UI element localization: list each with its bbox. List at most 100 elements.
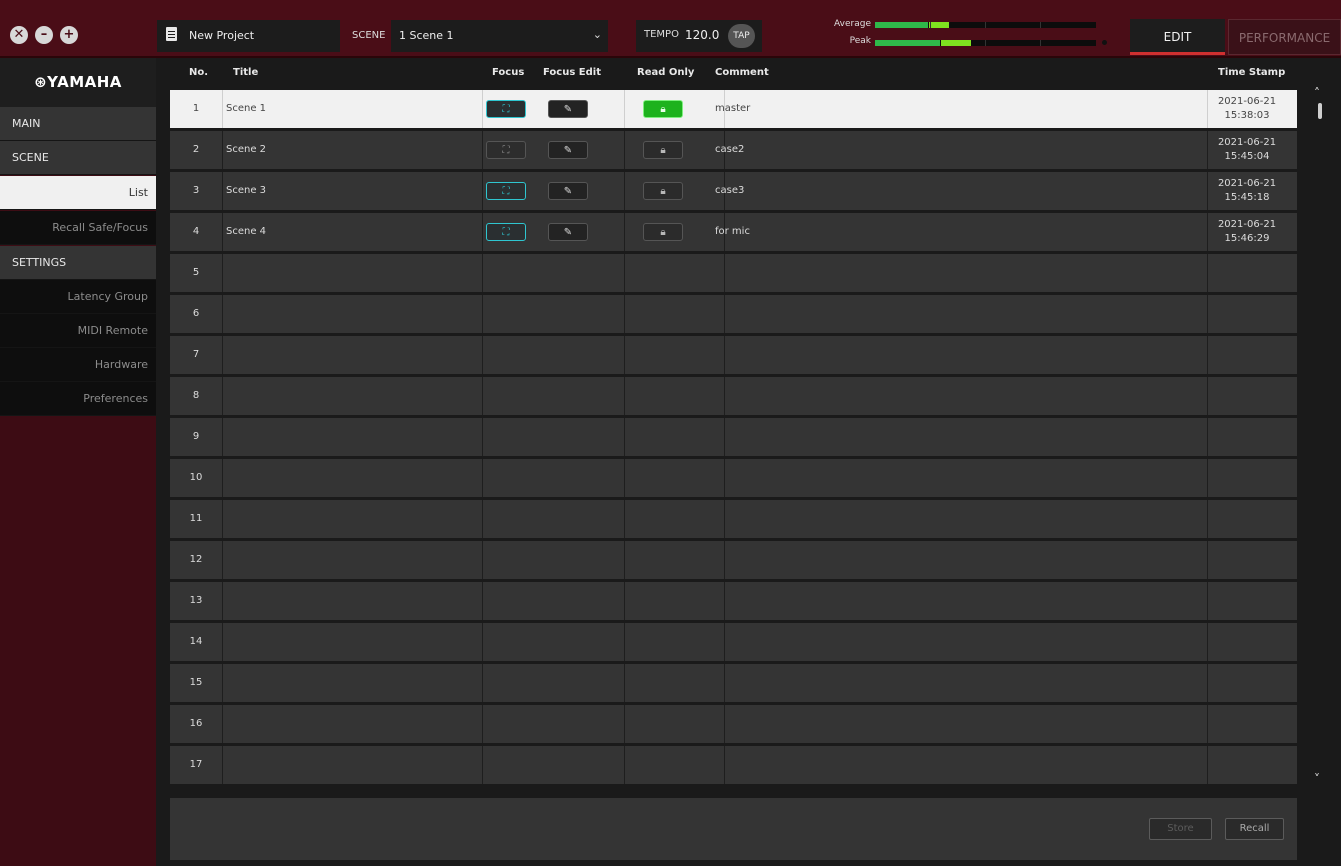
- sidebar-item-hardware[interactable]: Hardware: [0, 348, 156, 382]
- scrollbar-thumb[interactable]: [1318, 103, 1322, 119]
- meter-peak-label: Peak: [849, 36, 871, 46]
- read-only-toggle[interactable]: 🔒︎: [643, 100, 683, 118]
- row-title[interactable]: Scene 1: [226, 90, 266, 128]
- column-divider: [222, 131, 223, 169]
- project-name-field[interactable]: New Project: [157, 20, 340, 52]
- table-row[interactable]: 2 Scene 2 ⛶ ✎ 🔒︎ case2 2021-06-21 15:45:04: [170, 131, 1297, 169]
- table-row[interactable]: 12: [170, 541, 1297, 579]
- row-title[interactable]: Scene 2: [226, 131, 266, 169]
- column-divider: [724, 664, 725, 702]
- column-divider: [1207, 295, 1208, 333]
- timestamp-date: 2021-06-21: [1217, 178, 1277, 189]
- column-divider: [624, 172, 625, 210]
- focus-edit-button[interactable]: ✎: [548, 223, 588, 241]
- row-number: 1: [192, 103, 200, 114]
- pencil-icon: ✎: [563, 145, 573, 156]
- table-row[interactable]: 5: [170, 254, 1297, 292]
- header-time-stamp: Time Stamp: [1218, 67, 1286, 78]
- chevron-down-icon[interactable]: ˅: [1314, 772, 1320, 786]
- lock-icon: 🔒︎: [660, 186, 666, 197]
- table-row[interactable]: 3 Scene 3 ⛶ ✎ 🔒︎ case3 2021-06-21 15:45:18: [170, 172, 1297, 210]
- performance-mode-button[interactable]: PERFORMANCE: [1228, 19, 1341, 55]
- focus-edit-button[interactable]: ✎: [548, 100, 588, 118]
- maximize-icon[interactable]: +: [60, 26, 78, 44]
- column-divider: [624, 90, 625, 128]
- sidebar-item-settings[interactable]: SETTINGS: [0, 246, 156, 280]
- read-only-toggle[interactable]: 🔒︎: [643, 182, 683, 200]
- sidebar-item-scene[interactable]: SCENE: [0, 141, 156, 175]
- focus-toggle[interactable]: ⛶: [486, 223, 526, 241]
- table-row[interactable]: 17: [170, 746, 1297, 784]
- close-icon[interactable]: ✕: [10, 26, 28, 44]
- column-divider: [222, 582, 223, 620]
- lock-icon: 🔒︎: [660, 145, 666, 156]
- row-comment[interactable]: case2: [715, 131, 744, 169]
- column-divider: [624, 131, 625, 169]
- header-no: No.: [189, 67, 209, 78]
- row-timestamp: 2021-06-21 15:46:29: [1202, 213, 1292, 251]
- timestamp-time: 15:46:29: [1224, 233, 1270, 244]
- column-divider: [724, 418, 725, 456]
- tempo-field[interactable]: TEMPO 120.0 TAP: [636, 20, 762, 52]
- row-comment[interactable]: case3: [715, 172, 744, 210]
- table-row[interactable]: 8: [170, 377, 1297, 415]
- row-comment[interactable]: master: [715, 90, 750, 128]
- column-divider: [624, 664, 625, 702]
- sidebar-item-list[interactable]: List: [0, 176, 156, 210]
- focus-toggle[interactable]: ⛶: [486, 100, 526, 118]
- sidebar-item-preferences[interactable]: Preferences: [0, 382, 156, 416]
- table-row[interactable]: 13: [170, 582, 1297, 620]
- table-row[interactable]: 1 Scene 1 ⛶ ✎ 🔒︎ master 2021-06-21 15:38:03: [170, 90, 1297, 128]
- table-row[interactable]: 9: [170, 418, 1297, 456]
- edit-mode-button[interactable]: EDIT: [1130, 19, 1225, 55]
- sidebar-item-recall-safe-focus[interactable]: Recall Safe/Focus: [0, 211, 156, 245]
- focus-edit-button[interactable]: ✎: [548, 141, 588, 159]
- action-panel: Store Recall: [170, 798, 1297, 860]
- column-divider: [222, 459, 223, 497]
- row-title[interactable]: Scene 4: [226, 213, 266, 251]
- tap-button[interactable]: TAP: [728, 24, 755, 48]
- column-divider: [724, 582, 725, 620]
- focus-icon: ⛶: [502, 227, 510, 238]
- column-divider: [222, 664, 223, 702]
- table-row[interactable]: 6: [170, 295, 1297, 333]
- row-timestamp: 2021-06-21 15:38:03: [1202, 90, 1292, 128]
- column-divider: [482, 336, 483, 374]
- column-divider: [1207, 582, 1208, 620]
- yamaha-logo: ⊛YAMAHA: [0, 58, 156, 107]
- table-row[interactable]: 10: [170, 459, 1297, 497]
- row-comment[interactable]: for mic: [715, 213, 750, 251]
- table-row[interactable]: 15: [170, 664, 1297, 702]
- store-button[interactable]: Store: [1149, 818, 1212, 840]
- column-divider: [482, 172, 483, 210]
- column-divider: [724, 336, 725, 374]
- sidebar-item-latency-group[interactable]: Latency Group: [0, 280, 156, 314]
- focus-edit-button[interactable]: ✎: [548, 182, 588, 200]
- read-only-toggle[interactable]: 🔒︎: [643, 141, 683, 159]
- focus-toggle[interactable]: ⛶: [486, 141, 526, 159]
- focus-toggle[interactable]: ⛶: [486, 182, 526, 200]
- table-row[interactable]: 11: [170, 500, 1297, 538]
- table-row[interactable]: 7: [170, 336, 1297, 374]
- column-divider: [1207, 623, 1208, 661]
- minimize-icon[interactable]: –: [35, 26, 53, 44]
- row-number: 15: [189, 677, 203, 688]
- read-only-toggle[interactable]: 🔒︎: [643, 223, 683, 241]
- table-row[interactable]: 4 Scene 4 ⛶ ✎ 🔒︎ for mic 2021-06-21 15:46:29: [170, 213, 1297, 251]
- header-comment: Comment: [715, 67, 769, 78]
- scene-select[interactable]: 1 Scene 1 ⌄: [391, 20, 608, 52]
- table-row[interactable]: 16: [170, 705, 1297, 743]
- header-focus: Focus: [492, 67, 525, 78]
- chevron-up-icon[interactable]: ˄: [1314, 86, 1320, 100]
- sidebar-item-midi-remote[interactable]: MIDI Remote: [0, 314, 156, 348]
- row-title[interactable]: Scene 3: [226, 172, 266, 210]
- column-divider: [1207, 500, 1208, 538]
- focus-icon: ⛶: [502, 145, 510, 156]
- table-row[interactable]: 14: [170, 623, 1297, 661]
- sidebar-item-main[interactable]: MAIN: [0, 107, 156, 141]
- column-divider: [482, 418, 483, 456]
- column-divider: [1207, 541, 1208, 579]
- recall-button[interactable]: Recall: [1225, 818, 1284, 840]
- column-divider: [222, 172, 223, 210]
- row-number: 3: [192, 185, 200, 196]
